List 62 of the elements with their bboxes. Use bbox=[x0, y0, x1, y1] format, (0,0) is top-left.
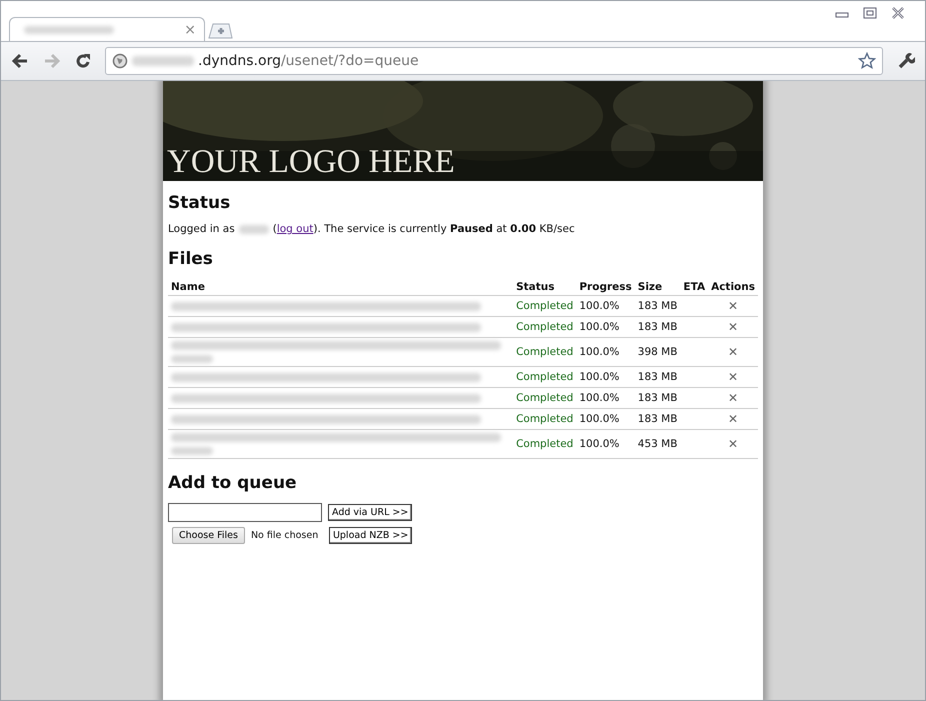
remove-button[interactable]: ✕ bbox=[728, 345, 738, 359]
remove-button[interactable]: ✕ bbox=[728, 412, 738, 426]
redacted-text bbox=[171, 355, 213, 363]
column-header: Progress bbox=[576, 279, 635, 296]
size-cell: 183 MB bbox=[638, 392, 678, 404]
progress-cell: 100.0% bbox=[579, 438, 620, 450]
size-cell: 183 MB bbox=[638, 413, 678, 425]
upload-button[interactable]: Upload NZB >> bbox=[328, 527, 412, 544]
remove-button[interactable]: ✕ bbox=[728, 299, 738, 313]
column-header: Actions bbox=[708, 279, 758, 296]
section-heading: Status bbox=[168, 193, 232, 213]
redacted-text bbox=[171, 447, 213, 455]
progress-cell: 100.0% bbox=[579, 321, 620, 333]
size-cell: 183 MB bbox=[638, 300, 678, 312]
choose-files-button[interactable]: Choose Files bbox=[172, 527, 245, 544]
column-header: Name bbox=[168, 279, 514, 296]
column-header: Size bbox=[634, 279, 680, 296]
address-bar[interactable]: .dyndns.org/usenet/?do=queue bbox=[105, 47, 883, 75]
redacted-text bbox=[132, 56, 194, 66]
maximize-button[interactable] bbox=[863, 7, 877, 19]
globe-icon bbox=[112, 53, 128, 69]
status-cell: Completed bbox=[516, 300, 574, 312]
tab-close-button[interactable]: × bbox=[184, 22, 196, 38]
add-url-button[interactable]: Add via URL >> bbox=[328, 504, 412, 521]
progress-cell: 100.0% bbox=[579, 392, 620, 404]
section-heading: Files bbox=[168, 249, 214, 269]
progress-cell: 100.0% bbox=[579, 346, 620, 358]
status-cell: Completed bbox=[516, 321, 574, 333]
progress-cell: 100.0% bbox=[579, 413, 620, 425]
size-cell: 183 MB bbox=[638, 371, 678, 383]
browser-tab[interactable]: × bbox=[9, 17, 205, 41]
remove-button[interactable]: ✕ bbox=[728, 391, 738, 405]
progress-cell: 100.0% bbox=[579, 300, 620, 312]
remove-button[interactable]: ✕ bbox=[728, 437, 738, 451]
column-header: Status bbox=[513, 279, 576, 296]
status-cell: Completed bbox=[516, 438, 574, 450]
column-header: ETA bbox=[680, 279, 708, 296]
redacted-text bbox=[238, 224, 269, 234]
size-cell: 398 MB bbox=[638, 346, 678, 358]
url-text: .dyndns.org/usenet/?do=queue bbox=[198, 53, 419, 69]
back-button[interactable] bbox=[11, 53, 29, 69]
url-input-field[interactable] bbox=[168, 503, 322, 522]
new-tab-button[interactable] bbox=[207, 23, 233, 39]
status-cell: Completed bbox=[516, 346, 574, 358]
status-cell: Completed bbox=[516, 392, 574, 404]
status-cell: Completed bbox=[516, 413, 574, 425]
close-icon[interactable] bbox=[891, 7, 905, 19]
remove-button[interactable]: ✕ bbox=[728, 370, 738, 384]
reload-button[interactable] bbox=[75, 53, 91, 69]
logout-link[interactable]: log out bbox=[276, 223, 314, 235]
logo-text: YOUR LOGO HERE bbox=[166, 144, 455, 181]
size-cell: 453 MB bbox=[638, 438, 678, 450]
status-label: Logged in as bbox=[168, 223, 235, 235]
star-icon[interactable] bbox=[858, 52, 876, 70]
size-cell: 183 MB bbox=[638, 321, 678, 333]
remove-button[interactable]: ✕ bbox=[728, 320, 738, 334]
section-heading: Add to queue bbox=[168, 473, 298, 493]
status-message: (log out). The service is currently Paused at 0.00 KB/sec bbox=[272, 223, 575, 235]
progress-cell: 100.0% bbox=[579, 371, 620, 383]
status-cell: Completed bbox=[516, 371, 574, 383]
file-status-text: No file chosen bbox=[250, 530, 320, 541]
wrench-icon[interactable] bbox=[897, 52, 915, 70]
